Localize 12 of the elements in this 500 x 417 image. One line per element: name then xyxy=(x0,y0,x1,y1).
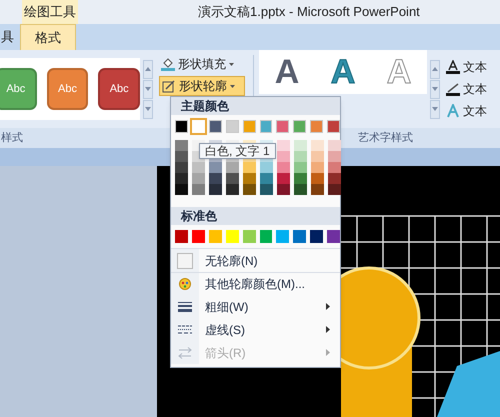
menu-item-label: 其他轮廓颜色(M)... xyxy=(205,276,305,293)
menu-section-header: 主题颜色 xyxy=(171,97,340,115)
context-tab-label: 绘图工具 xyxy=(22,0,78,24)
menu-item-label: 箭头(R) xyxy=(205,344,246,362)
group-label: 艺术字样式 xyxy=(358,130,413,146)
window-title: 演示文稿1.pptx - Microsoft PowerPoint xyxy=(198,3,420,22)
menu-item-label: 无轮廓(N) xyxy=(205,252,258,270)
group-label: 样式 xyxy=(1,130,23,146)
menu-item-label: 虚线(S) xyxy=(205,322,245,338)
menu-item-label: 粗细(W) xyxy=(205,298,248,316)
menu-section-header: 标准色 xyxy=(171,207,340,225)
tooltip: 白色, 文字 1 xyxy=(199,143,276,159)
